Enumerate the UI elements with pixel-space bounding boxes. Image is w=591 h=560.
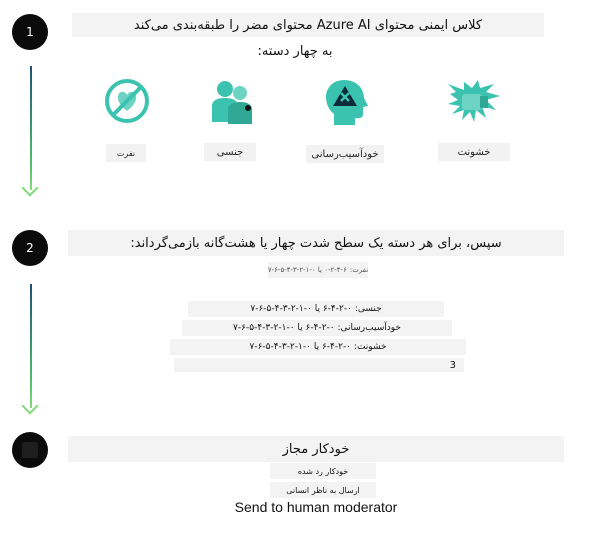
category-label-sexual: جنسی bbox=[204, 143, 256, 161]
step-2-number: 2 bbox=[26, 241, 34, 255]
option-auto-rejected: خودکار رد شده bbox=[270, 463, 376, 479]
people-icon bbox=[212, 81, 252, 124]
step-2-hate-row: نفرت: ۰-۲-۴-۶ یا ۰-۱-۲-۳-۴-۵-۶-۷ bbox=[268, 262, 368, 278]
step-3-footer-text: Send to human moderator bbox=[234, 499, 398, 515]
step-2-hate-label: نفرت: bbox=[349, 266, 368, 274]
connector-arrow-2 bbox=[21, 397, 39, 415]
step-1-number: 1 bbox=[26, 25, 34, 39]
category-label-self-harm: خودآسیب‌رسانی bbox=[306, 145, 384, 163]
step-2-circle: 2 bbox=[12, 230, 48, 266]
connector-line-2 bbox=[30, 284, 32, 408]
step-3-circle bbox=[12, 432, 48, 468]
step-1-title-line-2: به چهار دسته: bbox=[257, 44, 333, 59]
severity-row-sexual: جنسی: ۰-۲-۴-۶ یا ۰-۱-۲-۳-۴-۵-۶-۷ bbox=[188, 301, 444, 317]
step-2-title: سپس، برای هر دسته یک سطح شدت چهار یا هشت… bbox=[68, 230, 564, 256]
severity-row-extra: 3 bbox=[174, 358, 464, 372]
step-2-hate-values: ۰-۲-۴-۶ یا ۰-۱-۲-۳-۴-۵-۶-۷ bbox=[268, 266, 347, 274]
step-1-circle: 1 bbox=[12, 14, 48, 50]
option-send-to-human: ارسال به ناظر انسانی bbox=[270, 482, 376, 498]
head-x-icon bbox=[326, 80, 368, 125]
category-label-violence: خشونت bbox=[438, 143, 510, 161]
connector-arrow-1 bbox=[21, 179, 39, 197]
step-3-title: خودکار مجاز bbox=[68, 436, 564, 462]
severity-row-self-harm: خودآسیب‌رسانی: ۰-۲-۴-۶ یا ۰-۱-۲-۳-۴-۵-۶-… bbox=[182, 320, 452, 336]
no-hate-icon bbox=[105, 79, 149, 123]
connector-line-1 bbox=[30, 66, 32, 190]
step-1-title-line-1: کلاس ایمنی محتوای Azure AI محتوای مضر را… bbox=[72, 13, 544, 37]
category-label-hate: نفرت bbox=[106, 144, 146, 162]
fist-icon bbox=[448, 80, 500, 122]
severity-row-violence: خشونت: ۰-۲-۴-۶ یا ۰-۱-۲-۳-۴-۵-۶-۷ bbox=[170, 339, 466, 355]
